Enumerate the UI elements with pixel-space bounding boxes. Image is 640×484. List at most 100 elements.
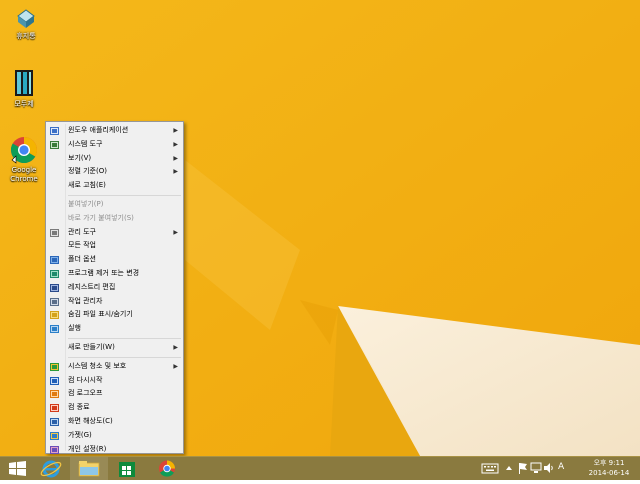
menu-item-label: 실행 bbox=[68, 324, 81, 333]
restart-icon bbox=[50, 376, 59, 385]
registry-icon bbox=[50, 283, 59, 292]
menu-item[interactable]: 폴더 옵션 bbox=[46, 253, 183, 267]
chrome-icon bbox=[159, 460, 175, 477]
desktop-icon-label: Google Chrome bbox=[10, 166, 38, 183]
menu-item-label: 보기(V) bbox=[68, 153, 92, 162]
menu-separator bbox=[68, 337, 181, 339]
menu-item[interactable]: 정렬 기준(O) ▶ bbox=[46, 165, 183, 179]
menu-item[interactable]: 컴 로그오프 bbox=[46, 387, 183, 401]
menu-item-label: 바로 가기 붙여넣기(S) bbox=[68, 213, 134, 222]
context-menu: 윈도우 애플리케이션 ▶ 시스템 도구 ▶ 보기(V) ▶ 정렬 기준(O) ▶ 새로 고침(E… bbox=[45, 121, 184, 454]
personalize-icon bbox=[50, 445, 59, 454]
action-center-flag-icon[interactable] bbox=[518, 461, 528, 475]
menu-item-label: 시스템 청소 및 보호 bbox=[68, 361, 127, 370]
submenu-arrow-icon: ▶ bbox=[173, 228, 178, 236]
menu-item-label: 개인 설정(R) bbox=[68, 444, 107, 453]
menu-item[interactable]: 프로그램 제거 또는 변경 bbox=[46, 267, 183, 281]
menu-item[interactable]: 컴 종료 bbox=[46, 401, 183, 415]
task-manager-icon bbox=[50, 297, 59, 306]
desktop-icon-recycle-bin[interactable]: 휴지통 bbox=[2, 6, 50, 41]
submenu-arrow-icon: ▶ bbox=[173, 168, 178, 176]
menu-item-label: 숨김 파일 표시/숨기기 bbox=[68, 310, 133, 319]
menu-item[interactable]: 윈도우 애플리케이션 ▶ bbox=[46, 124, 183, 138]
menu-item[interactable]: 새로 만들기(W) ▶ bbox=[46, 341, 183, 355]
ime-indicator[interactable]: A bbox=[558, 462, 564, 476]
menu-item-label: 작업 관리자 bbox=[68, 296, 103, 305]
network-icon[interactable] bbox=[530, 461, 542, 475]
taskbar-file-explorer[interactable] bbox=[70, 457, 108, 480]
menu-item-label: 윈도우 애플리케이션 bbox=[68, 126, 129, 134]
submenu-arrow-icon: ▶ bbox=[173, 154, 178, 162]
chrome-icon bbox=[10, 137, 38, 164]
taskbar: A 오후 9:11 2014-06-14 bbox=[0, 456, 640, 480]
taskbar-store[interactable] bbox=[108, 457, 146, 480]
desktop[interactable]: 휴지통 모두제 Google Chrome 윈도우 애플리케이션 ▶ 시스템 도구 ▶… bbox=[0, 0, 640, 456]
menu-item[interactable]: 시스템 청소 및 보호 ▶ bbox=[46, 360, 183, 374]
menu-item-label: 정렬 기준(O) bbox=[68, 167, 107, 176]
taskbar-internet-explorer[interactable] bbox=[32, 457, 70, 480]
menu-item-label: 새로 고침(E) bbox=[68, 181, 106, 190]
menu-items: 윈도우 애플리케이션 ▶ 시스템 도구 ▶ 보기(V) ▶ 정렬 기준(O) ▶ 새로 고침(E… bbox=[46, 124, 183, 456]
desktop-icon-app[interactable]: 모두제 bbox=[0, 68, 48, 109]
menu-item-label: 레지스트리 편집 bbox=[68, 282, 116, 291]
submenu-arrow-icon: ▶ bbox=[173, 140, 178, 148]
shutdown-icon bbox=[50, 404, 59, 413]
uninstall-icon bbox=[50, 269, 59, 278]
internet-explorer-icon bbox=[40, 460, 62, 478]
menu-item-label: 컴 로그오프 bbox=[68, 389, 103, 398]
touch-keyboard-icon[interactable] bbox=[481, 461, 499, 475]
menu-item-label: 화면 해상도(C) bbox=[68, 416, 113, 425]
clock[interactable]: 오후 9:11 2014-06-14 bbox=[582, 458, 636, 478]
menu-item[interactable]: 레지스트리 편집 bbox=[46, 281, 183, 295]
folder-icon bbox=[78, 461, 100, 477]
run-icon bbox=[50, 325, 59, 334]
menu-item[interactable]: 실행 bbox=[46, 322, 183, 336]
menu-item[interactable]: 모든 작업 bbox=[46, 239, 183, 253]
menu-item[interactable]: 가젯(G) bbox=[46, 429, 183, 443]
folder-options-icon bbox=[50, 256, 59, 265]
menu-item: 바로 가기 붙여넣기(S) bbox=[46, 212, 183, 226]
menu-item-label: 가젯(G) bbox=[68, 430, 92, 439]
desktop-icon-label: 휴지통 bbox=[16, 32, 36, 40]
hidden-files-icon bbox=[50, 311, 59, 320]
app-icon bbox=[15, 70, 33, 96]
volume-icon[interactable] bbox=[543, 461, 555, 475]
menu-item[interactable]: 시스템 도구 ▶ bbox=[46, 138, 183, 152]
admin-tools-icon bbox=[50, 228, 59, 237]
menu-item[interactable]: 컴 다시시작 bbox=[46, 374, 183, 388]
menu-item-label: 폴더 옵션 bbox=[68, 255, 96, 264]
menu-item[interactable]: 새로 고침(E) bbox=[46, 179, 183, 193]
menu-item-label: 붙여넣기(P) bbox=[68, 199, 104, 208]
submenu-arrow-icon: ▶ bbox=[173, 127, 178, 134]
menu-item[interactable]: 작업 관리자 bbox=[46, 295, 183, 309]
submenu-arrow-icon: ▶ bbox=[173, 362, 178, 370]
recycle-bin-icon bbox=[17, 9, 35, 28]
tray-overflow-chevron-icon[interactable] bbox=[505, 461, 513, 475]
clock-time: 오후 9:11 bbox=[593, 459, 625, 467]
store-icon bbox=[119, 462, 135, 477]
menu-item[interactable]: 보기(V) ▶ bbox=[46, 152, 183, 166]
submenu-arrow-icon: ▶ bbox=[173, 343, 178, 351]
menu-item[interactable]: 개인 설정(R) bbox=[46, 443, 183, 456]
menu-item-label: 프로그램 제거 또는 변경 bbox=[68, 268, 140, 277]
desktop-icon-label: 모두제 bbox=[14, 100, 34, 108]
shield-icon bbox=[50, 362, 59, 371]
menu-item-label: 모든 작업 bbox=[68, 241, 96, 250]
gadget-icon bbox=[50, 431, 59, 440]
desktop-icon-chrome[interactable]: Google Chrome bbox=[0, 136, 48, 184]
menu-item[interactable]: 화면 해상도(C) bbox=[46, 415, 183, 429]
menu-item[interactable]: 관리 도구 ▶ bbox=[46, 226, 183, 240]
menu-item[interactable]: 숨김 파일 표시/숨기기 bbox=[46, 308, 183, 322]
menu-item-label: 시스템 도구 bbox=[68, 139, 103, 148]
window-app-icon bbox=[50, 127, 59, 135]
menu-separator bbox=[68, 356, 181, 358]
menu-separator bbox=[68, 194, 181, 196]
system-tools-icon bbox=[50, 140, 59, 149]
menu-item: 붙여넣기(P) bbox=[46, 198, 183, 212]
menu-item-label: 새로 만들기(W) bbox=[68, 342, 115, 351]
menu-item-label: 컴 다시시작 bbox=[68, 375, 103, 384]
taskbar-chrome[interactable] bbox=[148, 457, 186, 480]
display-icon bbox=[50, 417, 59, 426]
menu-item-label: 관리 도구 bbox=[68, 227, 96, 236]
clock-date: 2014-06-14 bbox=[588, 469, 630, 477]
